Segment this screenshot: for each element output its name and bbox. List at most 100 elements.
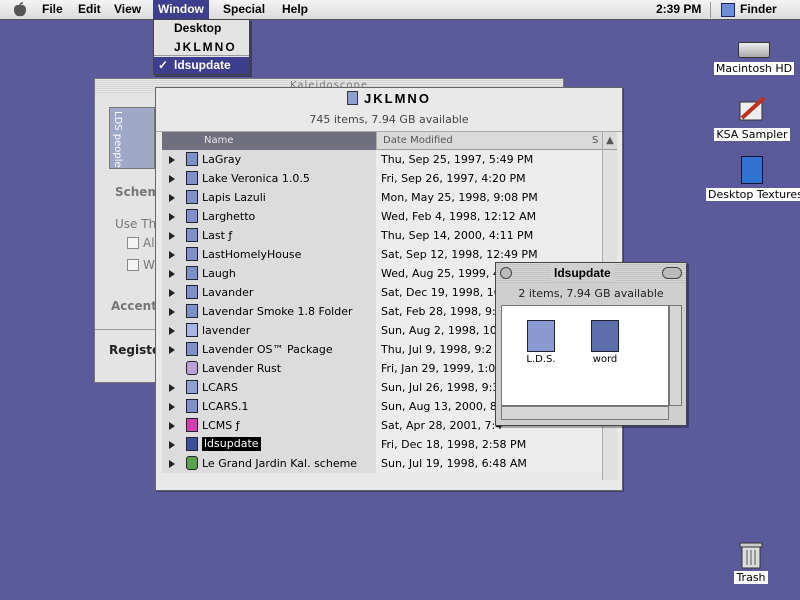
item-name[interactable]: Lavendar Smoke 1.8 Folder	[202, 302, 353, 321]
scheme-preview-tab[interactable]: LDS people	[109, 107, 155, 169]
list-item[interactable]: LaGray Thu, Sep 25, 1997, 5:49 PM	[162, 150, 602, 169]
sort-order-icon[interactable]: ▲	[602, 132, 617, 150]
name-cell[interactable]: LCARS	[162, 378, 376, 397]
menu-file[interactable]: File	[37, 0, 68, 19]
item-name[interactable]: Lake Veronica 1.0.5	[202, 169, 310, 188]
folder-icon[interactable]	[186, 171, 198, 185]
file-icon[interactable]	[186, 361, 198, 375]
disclosure-triangle-icon[interactable]	[169, 460, 175, 468]
checkbox-1[interactable]	[127, 237, 139, 249]
item-name[interactable]: Laugh	[202, 264, 236, 283]
item-name[interactable]: lavender	[202, 321, 250, 340]
application-menu[interactable]: Finder	[740, 0, 777, 19]
disclosure-triangle-icon[interactable]	[169, 232, 175, 240]
lds-file[interactable]: L.D.S.	[518, 320, 564, 365]
folder-icon[interactable]	[186, 209, 198, 223]
menu-view[interactable]: View	[109, 0, 146, 19]
name-cell[interactable]: Lake Veronica 1.0.5	[162, 169, 376, 188]
jklmno-title-bar[interactable]: JKLMNO	[156, 88, 622, 110]
ldsupdate-title-bar[interactable]: ldsupdate	[496, 263, 686, 283]
word-file[interactable]: word	[582, 320, 628, 365]
column-date-header[interactable]: Date Modified	[376, 132, 552, 150]
item-name[interactable]: Larghetto	[202, 207, 255, 226]
file-icon[interactable]	[186, 456, 198, 470]
folder-icon[interactable]	[186, 228, 198, 242]
item-name[interactable]: Lavander	[202, 283, 253, 302]
disclosure-triangle-icon[interactable]	[169, 156, 175, 164]
menu-item-desktop[interactable]: Desktop	[154, 20, 249, 37]
name-cell[interactable]: Le Grand Jardin Kal. scheme	[162, 454, 376, 473]
ldsupdate-vertical-scrollbar[interactable]	[669, 305, 682, 406]
name-cell[interactable]: Lavander	[162, 283, 376, 302]
item-name[interactable]: Le Grand Jardin Kal. scheme	[202, 454, 357, 473]
item-name[interactable]: Last ƒ	[202, 226, 232, 245]
disclosure-triangle-icon[interactable]	[169, 346, 175, 354]
folder-icon[interactable]	[186, 380, 198, 394]
desktop-icon-desktop-textures[interactable]: Desktop Textures	[706, 156, 800, 201]
item-name[interactable]: LastHomelyHouse	[202, 245, 301, 264]
menu-clock[interactable]: 2:39 PM	[656, 0, 701, 19]
folder-icon[interactable]	[186, 399, 198, 413]
item-name[interactable]: LCMS ƒ	[202, 416, 240, 435]
folder-icon[interactable]	[186, 266, 198, 280]
folder-icon[interactable]	[186, 323, 198, 337]
ldsupdate-window[interactable]: ldsupdate 2 items, 7.94 GB available L.D…	[495, 262, 687, 426]
name-cell[interactable]: ldsupdate	[162, 435, 376, 454]
desktop-icon-ksa-sampler[interactable]: KSA Sampler	[710, 96, 794, 141]
list-item[interactable]: Larghetto Wed, Feb 4, 1998, 12:12 AM	[162, 207, 602, 226]
disclosure-triangle-icon[interactable]	[169, 251, 175, 259]
disclosure-triangle-icon[interactable]	[169, 308, 175, 316]
name-cell[interactable]: Lapis Lazuli	[162, 188, 376, 207]
desktop-icon-macintosh-hd[interactable]: Macintosh HD	[712, 42, 796, 75]
disclosure-triangle-icon[interactable]	[169, 270, 175, 278]
list-item[interactable]: Lake Veronica 1.0.5 Fri, Sep 26, 1997, 4:…	[162, 169, 602, 188]
folder-icon[interactable]	[186, 285, 198, 299]
disclosure-triangle-icon[interactable]	[169, 441, 175, 449]
folder-icon[interactable]	[186, 418, 198, 432]
list-item[interactable]: Le Grand Jardin Kal. scheme Sun, Jul 19, …	[162, 454, 602, 473]
name-cell[interactable]: LaGray	[162, 150, 376, 169]
folder-icon[interactable]	[186, 190, 198, 204]
name-cell[interactable]: LCARS.1	[162, 397, 376, 416]
name-cell[interactable]: Lavendar Smoke 1.8 Folder	[162, 302, 376, 321]
name-cell[interactable]: LastHomelyHouse	[162, 245, 376, 264]
disclosure-triangle-icon[interactable]	[169, 213, 175, 221]
name-cell[interactable]: Lavender OS™ Package	[162, 340, 376, 359]
item-name[interactable]: Lavender OS™ Package	[202, 340, 333, 359]
checkbox-2[interactable]	[127, 259, 139, 271]
menu-help[interactable]: Help	[277, 0, 313, 19]
name-cell[interactable]: Larghetto	[162, 207, 376, 226]
item-name[interactable]: ldsupdate	[202, 437, 261, 451]
schemes-tab[interactable]: Schem	[115, 185, 160, 199]
disclosure-triangle-icon[interactable]	[169, 403, 175, 411]
name-cell[interactable]: Lavender Rust	[162, 359, 376, 378]
close-box-icon[interactable]	[500, 267, 512, 279]
apple-menu-icon[interactable]	[12, 2, 28, 18]
folder-icon[interactable]	[186, 152, 198, 166]
column-size-header[interactable]: S	[592, 132, 598, 150]
menu-special[interactable]: Special	[218, 0, 270, 19]
item-name[interactable]: LCARS	[202, 378, 238, 397]
name-cell[interactable]: Last ƒ	[162, 226, 376, 245]
disclosure-triangle-icon[interactable]	[169, 384, 175, 392]
menu-item-jklmno[interactable]: JKLMNO	[154, 39, 249, 56]
item-name[interactable]: Lapis Lazuli	[202, 188, 266, 207]
ldsupdate-horizontal-scrollbar[interactable]	[501, 406, 669, 420]
name-cell[interactable]: lavender	[162, 321, 376, 340]
item-name[interactable]: LCARS.1	[202, 397, 248, 416]
item-name[interactable]: Lavender Rust	[202, 359, 281, 378]
item-name[interactable]: LaGray	[202, 150, 241, 169]
list-item[interactable]: Lapis Lazuli Mon, May 25, 1998, 9:08 PM	[162, 188, 602, 207]
folder-icon[interactable]	[186, 437, 198, 451]
disclosure-triangle-icon[interactable]	[169, 422, 175, 430]
folder-icon[interactable]	[186, 304, 198, 318]
list-item[interactable]: Last ƒ Thu, Sep 14, 2000, 4:11 PM	[162, 226, 602, 245]
menu-window[interactable]: Window	[153, 0, 209, 19]
menu-edit[interactable]: Edit	[73, 0, 106, 19]
name-cell[interactable]: LCMS ƒ	[162, 416, 376, 435]
finder-icon[interactable]	[721, 3, 735, 17]
disclosure-triangle-icon[interactable]	[169, 327, 175, 335]
column-name-header[interactable]: Name	[162, 132, 376, 150]
menu-item-ldsupdate[interactable]: ✓ ldsupdate	[154, 57, 249, 74]
folder-icon[interactable]	[186, 342, 198, 356]
